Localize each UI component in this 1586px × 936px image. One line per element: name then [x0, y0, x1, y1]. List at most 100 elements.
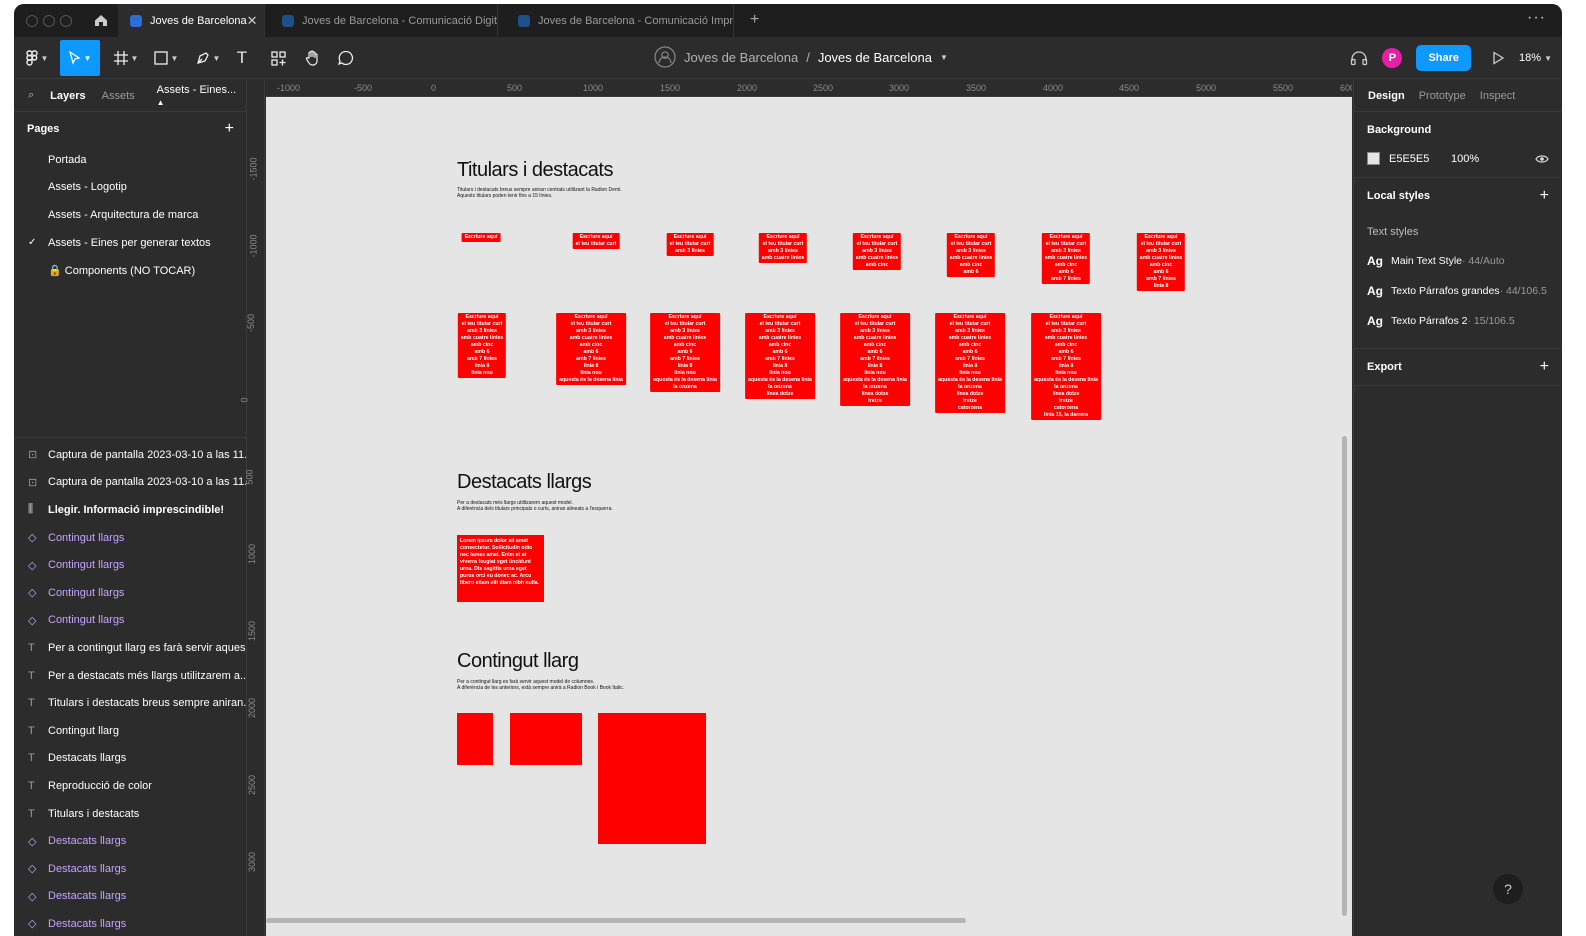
titular-chip[interactable]: Escriure aquí el teu titular curt amb 3 lí… [1031, 313, 1101, 420]
tab-comunicacio-impres[interactable]: Joves de Barcelona - Comunicació Impres [506, 4, 734, 37]
add-style-icon[interactable]: + [1540, 188, 1549, 204]
hand-tool-button[interactable] [300, 40, 324, 76]
tab-assets[interactable]: Assets [102, 90, 135, 102]
contingut-large-block[interactable] [598, 713, 706, 844]
pen-tool-button[interactable]: ▼ [190, 40, 226, 76]
titular-chip[interactable]: Escriure aquí el teu titular curt amb 3 lí… [457, 313, 507, 378]
contingut-column-block[interactable] [457, 713, 493, 765]
share-button[interactable]: Share [1416, 45, 1472, 71]
layer-item[interactable]: ◇ Contingut llargs [14, 524, 246, 552]
page-item-portada[interactable]: Portada [14, 146, 246, 174]
titular-chip[interactable]: Escriure aquí el teu titular curt amb 3 lí… [840, 313, 910, 406]
titular-chip[interactable]: Escriure aquí el teu titular curt amb 3 lí… [946, 233, 996, 277]
comment-tool-button[interactable] [334, 40, 358, 76]
zoom-dropdown[interactable]: 18% ▼ [1519, 52, 1552, 64]
maximize-window-button[interactable] [60, 15, 72, 27]
titular-chip[interactable]: Escriure aquí el teu titular curt amb 3 lí… [666, 233, 714, 256]
frame-tool-button[interactable]: ▼ [108, 40, 144, 76]
layer-item[interactable]: T Destacats llargs [14, 745, 246, 773]
chevron-down-icon[interactable]: ▼ [940, 53, 948, 62]
page-item-components[interactable]: 🔒 Components (NO TOCAR) [14, 256, 246, 284]
section-title-titulars[interactable]: Titulars i destacats [457, 159, 614, 182]
layer-item[interactable]: T Per a destacats més llargs utilitzarem … [14, 662, 246, 690]
layer-item[interactable]: T Titulars i destacats [14, 800, 246, 828]
horizontal-scrollbar[interactable] [266, 918, 966, 923]
background-swatch[interactable] [1367, 152, 1380, 165]
page-item-eines[interactable]: ✓ Assets - Eines per generar textos [14, 229, 246, 257]
layer-item[interactable]: T Contingut llarg [14, 717, 246, 745]
layer-item[interactable]: ◇ Destacats llargs [14, 910, 246, 936]
titular-chip[interactable]: Escriure aquí el teu titular curt amb 3 lí… [1041, 233, 1091, 284]
main-menu-button[interactable]: ▼ [22, 40, 52, 76]
user-avatar[interactable]: P [1382, 48, 1403, 68]
background-opacity[interactable]: 100% [1451, 153, 1479, 165]
section-title-destacats[interactable]: Destacats llargs [457, 471, 592, 494]
tab-layers[interactable]: Layers [50, 90, 85, 102]
titular-chip[interactable]: Escriure aquí el teu titular curt amb 3 lí… [556, 313, 626, 385]
canvas[interactable]: Titulars i destacats Titulars i destacat… [266, 97, 1352, 936]
add-export-icon[interactable]: + [1540, 359, 1549, 375]
titular-chip[interactable]: Escriure aquí el teu titular curt [572, 233, 620, 249]
tab-design[interactable]: Design [1368, 90, 1405, 102]
titular-chip[interactable]: Escriure aquí el teu titular curt amb 3 lí… [758, 233, 808, 263]
move-tool-button[interactable]: ▼ [60, 40, 100, 76]
tab-joves-de-barcelona[interactable]: Joves de Barcelona ✕ [118, 4, 265, 37]
breadcrumb-team[interactable]: Joves de Barcelona [684, 50, 798, 65]
layer-item[interactable]: T Per a contingut llarg es farà servir aq… [14, 634, 246, 662]
close-window-button[interactable] [26, 15, 38, 27]
eye-icon[interactable] [1535, 154, 1549, 164]
titular-chip-line: línia 8 [474, 363, 490, 369]
layer-item[interactable]: ◇ Destacats llargs [14, 883, 246, 911]
text-style-item[interactable]: Ag Texto Párrafos grandes · 44/106.5 [1367, 284, 1549, 298]
add-page-icon[interactable]: + [225, 120, 234, 138]
titular-chip[interactable]: Escriure aquí [461, 233, 501, 242]
layer-item[interactable]: ◇ Contingut llargs [14, 551, 246, 579]
section-title-contingut[interactable]: Contingut llarg [457, 650, 579, 673]
layer-item[interactable]: T Reproducció de color [14, 772, 246, 800]
help-button[interactable]: ? [1493, 874, 1523, 904]
text-style-item[interactable]: Ag Main Text Style · 44/Auto [1367, 254, 1549, 268]
titular-chip[interactable]: Escriure aquí el teu titular curt amb 3 lí… [745, 313, 815, 399]
titular-chip[interactable]: Escriure aquí el teu titular curt amb 3 lí… [650, 313, 720, 392]
layer-item[interactable]: ⊡ Captura de pantalla 2023-03-10 a las 11… [14, 469, 246, 497]
text-style-item[interactable]: Ag Texto Párrafos 2 · 15/106.5 [1367, 314, 1549, 328]
shape-tool-button[interactable]: ▼ [148, 40, 184, 76]
minimize-window-button[interactable] [43, 15, 55, 27]
home-button[interactable] [86, 4, 116, 37]
contingut-two-column-block[interactable] [510, 713, 582, 765]
layer-item[interactable]: T Titulars i destacats breus sempre anira… [14, 689, 246, 717]
tab-prototype[interactable]: Prototype [1419, 90, 1466, 102]
more-options-icon[interactable]: ··· [1527, 9, 1546, 27]
page-dropdown[interactable]: Assets - Eines... ▲ [157, 84, 246, 108]
new-tab-button[interactable]: + [750, 11, 759, 29]
titular-chip[interactable]: Escriure aquí el teu titular curt amb 3 lí… [935, 313, 1005, 413]
background-hex[interactable]: E5E5E5 [1389, 153, 1451, 165]
vertical-scrollbar[interactable] [1342, 436, 1347, 916]
page-item-logotip[interactable]: Assets - Logotip [14, 174, 246, 202]
ruler-tick-label: 4000 [1043, 83, 1064, 93]
layer-item[interactable]: ⫼ Llegir. Informació imprescindible! [14, 496, 246, 524]
titular-chip[interactable]: Escriure aquí el teu titular curt amb 3 lí… [1136, 233, 1186, 291]
tab-inspect[interactable]: Inspect [1480, 90, 1515, 102]
ruler-tick-label: 2000 [247, 697, 258, 719]
close-tab-icon[interactable]: ✕ [247, 13, 258, 29]
section-desc-titulars[interactable]: Titulars i destacats breus sempre aniran… [457, 187, 622, 199]
tab-comunicacio-digital[interactable]: Joves de Barcelona - Comunicació Digital [270, 4, 498, 37]
text-tool-button[interactable]: T [230, 40, 254, 76]
section-desc-contingut[interactable]: Per a contingut llarg es farà servir aqu… [457, 679, 624, 691]
layer-item[interactable]: ◇ Destacats llargs [14, 855, 246, 883]
layer-item[interactable]: ⊡ Captura de pantalla 2023-03-10 a las 11… [14, 441, 246, 469]
destacat-llarg-block[interactable]: Lorem ipsum dolor sit amet consectetur. … [457, 535, 544, 602]
resources-tool-button[interactable] [266, 40, 290, 76]
layer-item[interactable]: ◇ Destacats llargs [14, 827, 246, 855]
layer-item[interactable]: ◇ Contingut llargs [14, 579, 246, 607]
breadcrumb-file[interactable]: Joves de Barcelona [818, 50, 932, 65]
headphones-icon[interactable] [1350, 50, 1368, 66]
titular-chip-line: amb 3 línies [1146, 248, 1176, 254]
titular-chip[interactable]: Escriure aquí el teu titular curt amb 3 lí… [852, 233, 902, 270]
search-icon[interactable]: ⌕ [28, 89, 34, 102]
section-desc-destacats[interactable]: Per a destacats més llargs utilitzarem a… [457, 500, 613, 512]
layer-item[interactable]: ◇ Contingut llargs [14, 607, 246, 635]
play-icon[interactable] [1491, 51, 1505, 65]
page-item-arquitectura[interactable]: Assets - Arquitectura de marca [14, 201, 246, 229]
